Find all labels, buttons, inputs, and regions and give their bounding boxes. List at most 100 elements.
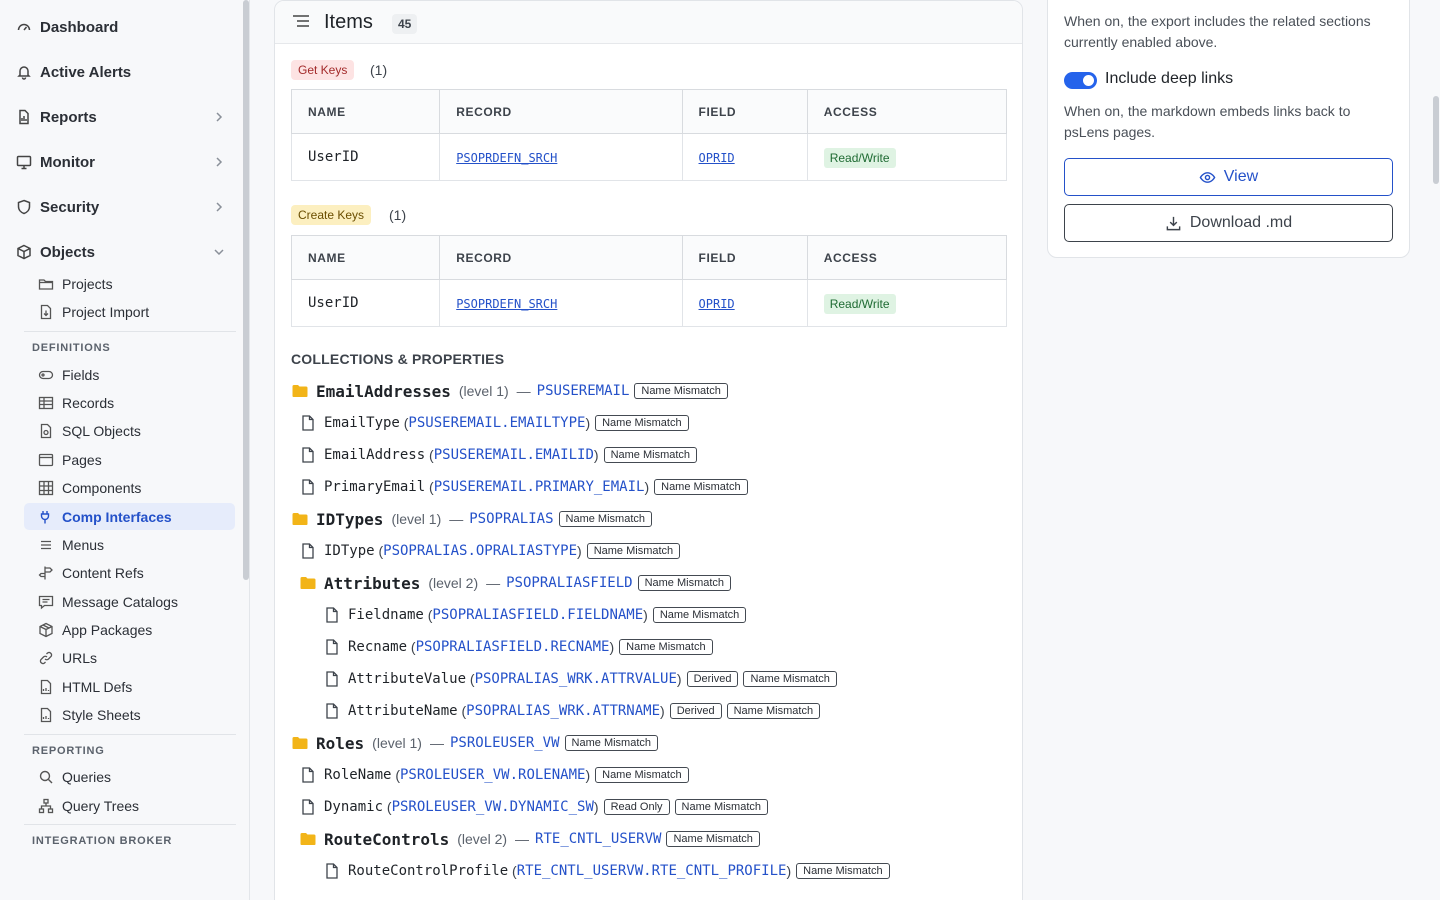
property-record-link[interactable]: RTE_CNTL_USERVW: [517, 863, 643, 879]
collection-record-link[interactable]: RTE_CNTL_USERVW: [535, 831, 661, 847]
property-field-link[interactable]: DYNAMIC_SW: [510, 799, 594, 815]
sidebar-item-message-catalogs[interactable]: Message Catalogs: [24, 588, 235, 615]
collection-name: Roles: [316, 733, 365, 753]
sidebar-item-label: Records: [62, 394, 115, 411]
property-record-link[interactable]: PSOPRALIAS_WRK: [466, 703, 584, 719]
sidebar-item-label: SQL Objects: [62, 422, 141, 439]
property-record-link[interactable]: PSUSEREMAIL: [434, 479, 527, 495]
collection-record-link[interactable]: PSOPRALIASFIELD: [506, 575, 632, 591]
sidebar-item-components[interactable]: Components: [24, 474, 235, 501]
package-icon: [38, 622, 54, 638]
sidebar-item-records[interactable]: Records: [24, 389, 235, 416]
sidebar-item-content-refs[interactable]: Content Refs: [24, 559, 235, 586]
sidebar-item-project-import[interactable]: Project Import: [24, 298, 235, 325]
file-icon: [323, 638, 341, 656]
property-record-link[interactable]: PSOPRALIASFIELD: [416, 639, 542, 655]
deep-links-toggle[interactable]: [1064, 72, 1097, 89]
property-field-link[interactable]: FIELDNAME: [567, 607, 643, 623]
property-field-link[interactable]: ATTRNAME: [593, 703, 660, 719]
status-badge: Name Mismatch: [796, 863, 890, 879]
property-record-link[interactable]: PSOPRALIAS_WRK: [475, 671, 593, 687]
sidebar-item-label: HTML Defs: [62, 678, 133, 695]
property-field-link[interactable]: ROLENAME: [518, 767, 585, 783]
dot-separator: .: [526, 447, 535, 463]
file-import-icon: [38, 304, 54, 320]
sidebar-item-query-trees[interactable]: Query Trees: [24, 792, 235, 819]
property-record-link[interactable]: PSROLEUSER_VW: [392, 799, 502, 815]
sidebar-item-projects[interactable]: Projects: [24, 270, 235, 297]
download-md-button[interactable]: Download .md: [1064, 204, 1393, 242]
dot-separator: .: [643, 863, 652, 879]
property-field-link[interactable]: EMAILTYPE: [510, 415, 586, 431]
collection-level: (level 1): [372, 735, 422, 751]
property-record-link[interactable]: PSUSEREMAIL: [434, 447, 527, 463]
property-field-link[interactable]: EMAILID: [535, 447, 594, 463]
folder-icon: [299, 830, 317, 848]
property-field-link[interactable]: PRIMARY_EMAIL: [535, 479, 645, 495]
sidebar-item-fields[interactable]: Fields: [24, 361, 235, 388]
property-field-link[interactable]: RTE_CNTL_PROFILE: [652, 863, 787, 879]
file-icon: [323, 670, 341, 688]
property-record-link[interactable]: PSUSEREMAIL: [408, 415, 501, 431]
sidebar-item-label: Monitor: [40, 153, 95, 171]
status-badge: Name Mismatch: [595, 767, 689, 783]
sidebar-scrollbar[interactable]: [243, 0, 249, 580]
property-row: PrimaryEmail (PSUSEREMAIL. PRIMARY_EMAIL)…: [299, 475, 748, 499]
sidebar-item-sql-objects[interactable]: SQL Objects: [24, 417, 235, 444]
collection-level: (level 2): [457, 831, 508, 847]
create-keys-count: (1): [389, 207, 407, 223]
sidebar-item-label: Style Sheets: [62, 706, 141, 723]
status-badge: Derived: [669, 703, 722, 719]
page-scrollbar[interactable]: [1433, 96, 1439, 184]
field-link[interactable]: OPRID: [699, 151, 735, 165]
property-row: Dynamic (PSROLEUSER_VW. DYNAMIC_SW) Read O…: [299, 795, 769, 819]
view-button[interactable]: View: [1064, 158, 1393, 196]
collection-level: (level 1): [458, 383, 509, 399]
record-link[interactable]: PSOPRDEFN_SRCH: [456, 151, 557, 165]
sidebar-item-security[interactable]: Security: [0, 189, 240, 225]
collection-record-link[interactable]: PSUSEREMAIL: [537, 383, 630, 399]
property-field-link[interactable]: OPRALIASTYPE: [476, 543, 577, 559]
sidebar-item-style-sheets[interactable]: Style Sheets: [24, 701, 235, 728]
sidebar-item-urls[interactable]: URLs: [24, 644, 235, 671]
field-link[interactable]: OPRID: [699, 297, 735, 311]
file-icon: [299, 798, 317, 816]
paren-close: ): [660, 703, 665, 719]
dot-separator: .: [542, 639, 551, 655]
property-field-link[interactable]: RECNAME: [550, 639, 609, 655]
separator-dash: —: [486, 575, 501, 591]
column-header-record: RECORD: [439, 235, 683, 280]
separator-dash: —: [515, 831, 530, 847]
collection-level: (level 1): [391, 511, 442, 527]
key-access-cell: Read/Write: [806, 279, 1008, 327]
folder-icon: [291, 734, 309, 752]
property-name: PrimaryEmail: [324, 479, 426, 495]
sidebar-item-html-defs[interactable]: HTML Defs: [24, 673, 235, 700]
sidebar-item-label: Query Trees: [62, 797, 140, 814]
sidebar-item-queries[interactable]: Queries: [24, 763, 235, 790]
sidebar-item-reports[interactable]: Reports: [0, 99, 240, 135]
sidebar-item-label: Queries: [62, 768, 112, 785]
property-record-link[interactable]: PSOPRALIAS: [383, 543, 467, 559]
record-link[interactable]: PSOPRDEFN_SRCH: [456, 297, 557, 311]
sidebar-item-app-packages[interactable]: App Packages: [24, 616, 235, 643]
status-badge: Name Mismatch: [586, 543, 681, 559]
status-badge: Name Mismatch: [743, 671, 837, 687]
sidebar-item-active-alerts[interactable]: Active Alerts: [0, 54, 240, 90]
dot-separator: .: [501, 799, 510, 815]
property-record-link[interactable]: PSROLEUSER_VW: [400, 767, 510, 783]
property-field-link[interactable]: ATTRVALUE: [601, 671, 677, 687]
folder-icon: [299, 574, 317, 592]
search-icon: [38, 769, 54, 785]
collection-record-link[interactable]: PSOPRALIAS: [469, 511, 553, 527]
sidebar-item-monitor[interactable]: Monitor: [0, 144, 240, 180]
sidebar-item-pages[interactable]: Pages: [24, 446, 235, 473]
collection-record-link[interactable]: PSROLEUSER_VW: [450, 735, 560, 751]
property-record-link[interactable]: PSOPRALIASFIELD: [432, 607, 558, 623]
bell-icon: [16, 64, 32, 80]
sidebar-item-label: Components: [62, 479, 142, 496]
sidebar-item-objects[interactable]: Objects: [0, 234, 240, 270]
sidebar-item-comp-interfaces[interactable]: Comp Interfaces: [24, 503, 235, 530]
sidebar-item-menus[interactable]: Menus: [24, 531, 235, 558]
sidebar-item-dashboard[interactable]: Dashboard: [0, 9, 240, 45]
